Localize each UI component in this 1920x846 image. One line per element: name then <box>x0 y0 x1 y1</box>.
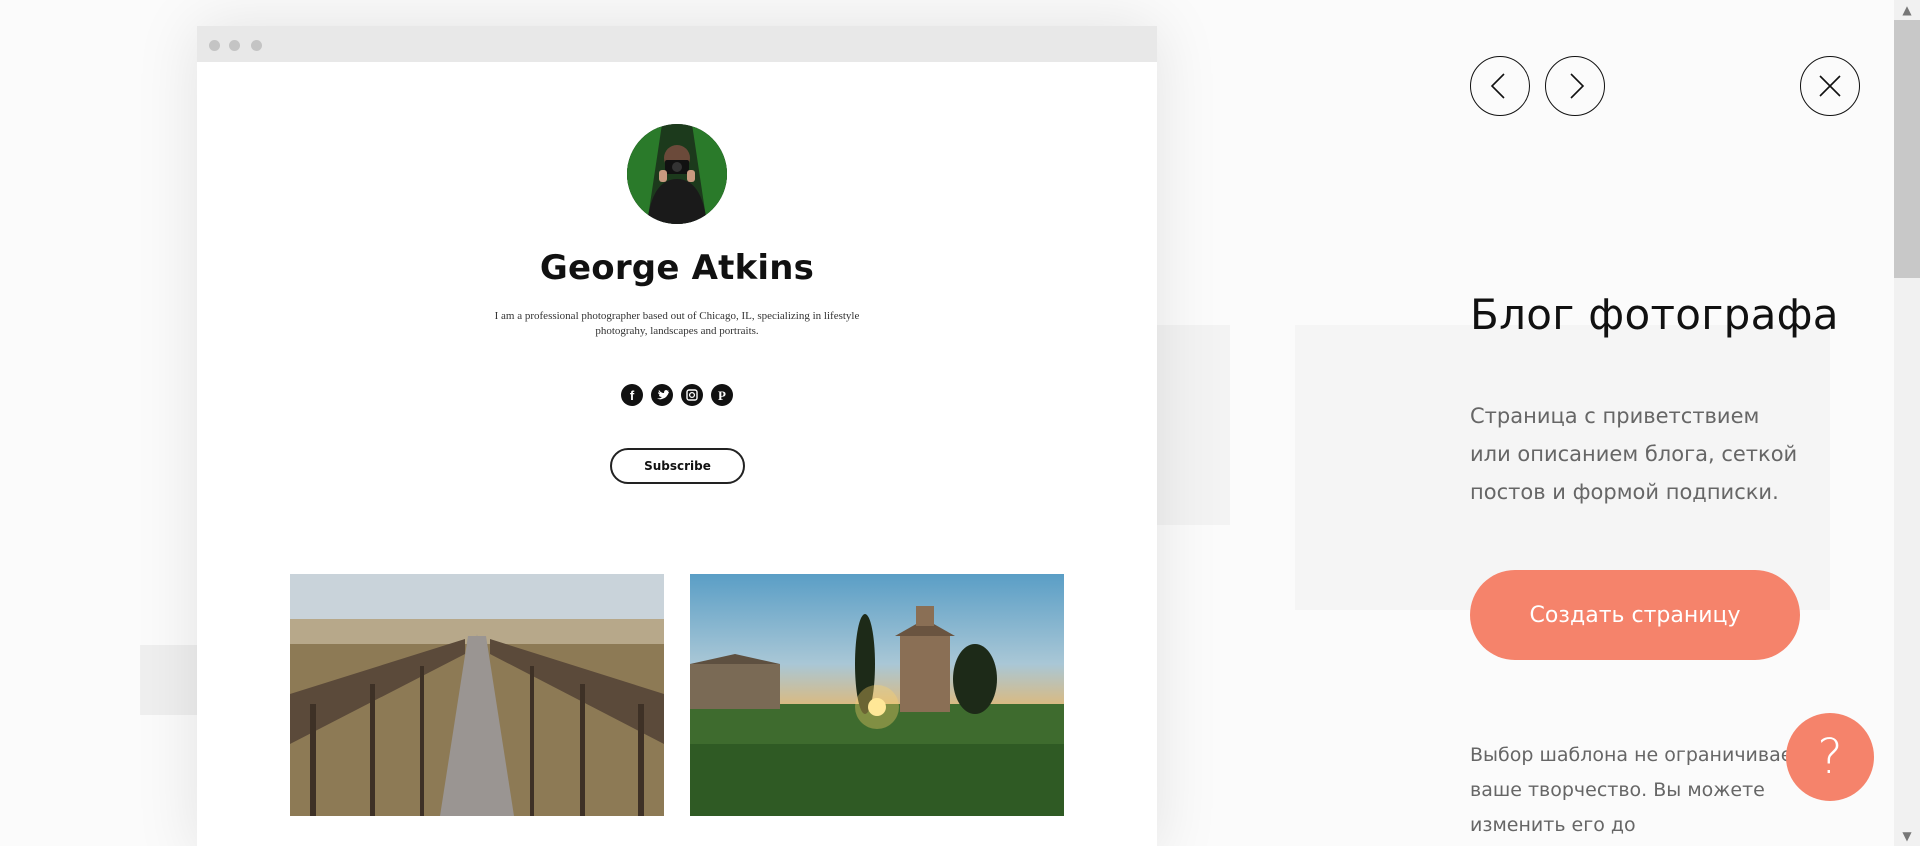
next-template-button[interactable] <box>1545 56 1605 116</box>
close-icon <box>1819 75 1841 97</box>
scrollbar[interactable]: ▲ ▼ <box>1894 0 1920 846</box>
scroll-up-icon[interactable]: ▲ <box>1894 0 1920 20</box>
social-links: f P <box>197 384 1157 406</box>
chevron-right-icon <box>1570 73 1585 99</box>
window-dot <box>209 40 220 51</box>
scroll-thumb[interactable] <box>1894 20 1920 278</box>
template-title: Блог фотографа <box>1470 290 1839 339</box>
facebook-icon[interactable]: f <box>621 384 643 406</box>
window-dot <box>229 40 240 51</box>
author-name: George Atkins <box>539 248 815 288</box>
previous-template-button[interactable] <box>1470 56 1530 116</box>
svg-text:f: f <box>630 388 635 403</box>
post-image-chapel[interactable] <box>690 574 1064 816</box>
window-dot <box>251 40 262 51</box>
template-note: Выбор шаблона не ограничивает ваше творч… <box>1470 744 1804 836</box>
twitter-icon[interactable] <box>651 384 673 406</box>
close-button[interactable] <box>1800 56 1860 116</box>
author-bio: I am a professional photographer based o… <box>494 310 860 337</box>
svg-text:P: P <box>718 388 726 403</box>
subscribe-button[interactable]: Subscribe <box>610 448 745 484</box>
create-page-button[interactable]: Создать страницу <box>1470 570 1800 660</box>
template-preview: George Atkins I am a professional photog… <box>197 26 1157 846</box>
browser-bar <box>197 26 1157 62</box>
pinterest-icon[interactable]: P <box>711 384 733 406</box>
chevron-left-icon <box>1490 73 1505 99</box>
help-button[interactable]: ? <box>1786 713 1874 801</box>
instagram-icon[interactable] <box>681 384 703 406</box>
post-image-boardwalk[interactable] <box>290 574 664 816</box>
template-description: Страница с приветствием или описанием бл… <box>1470 404 1798 504</box>
author-avatar <box>627 124 727 224</box>
scroll-down-icon[interactable]: ▼ <box>1894 826 1920 846</box>
